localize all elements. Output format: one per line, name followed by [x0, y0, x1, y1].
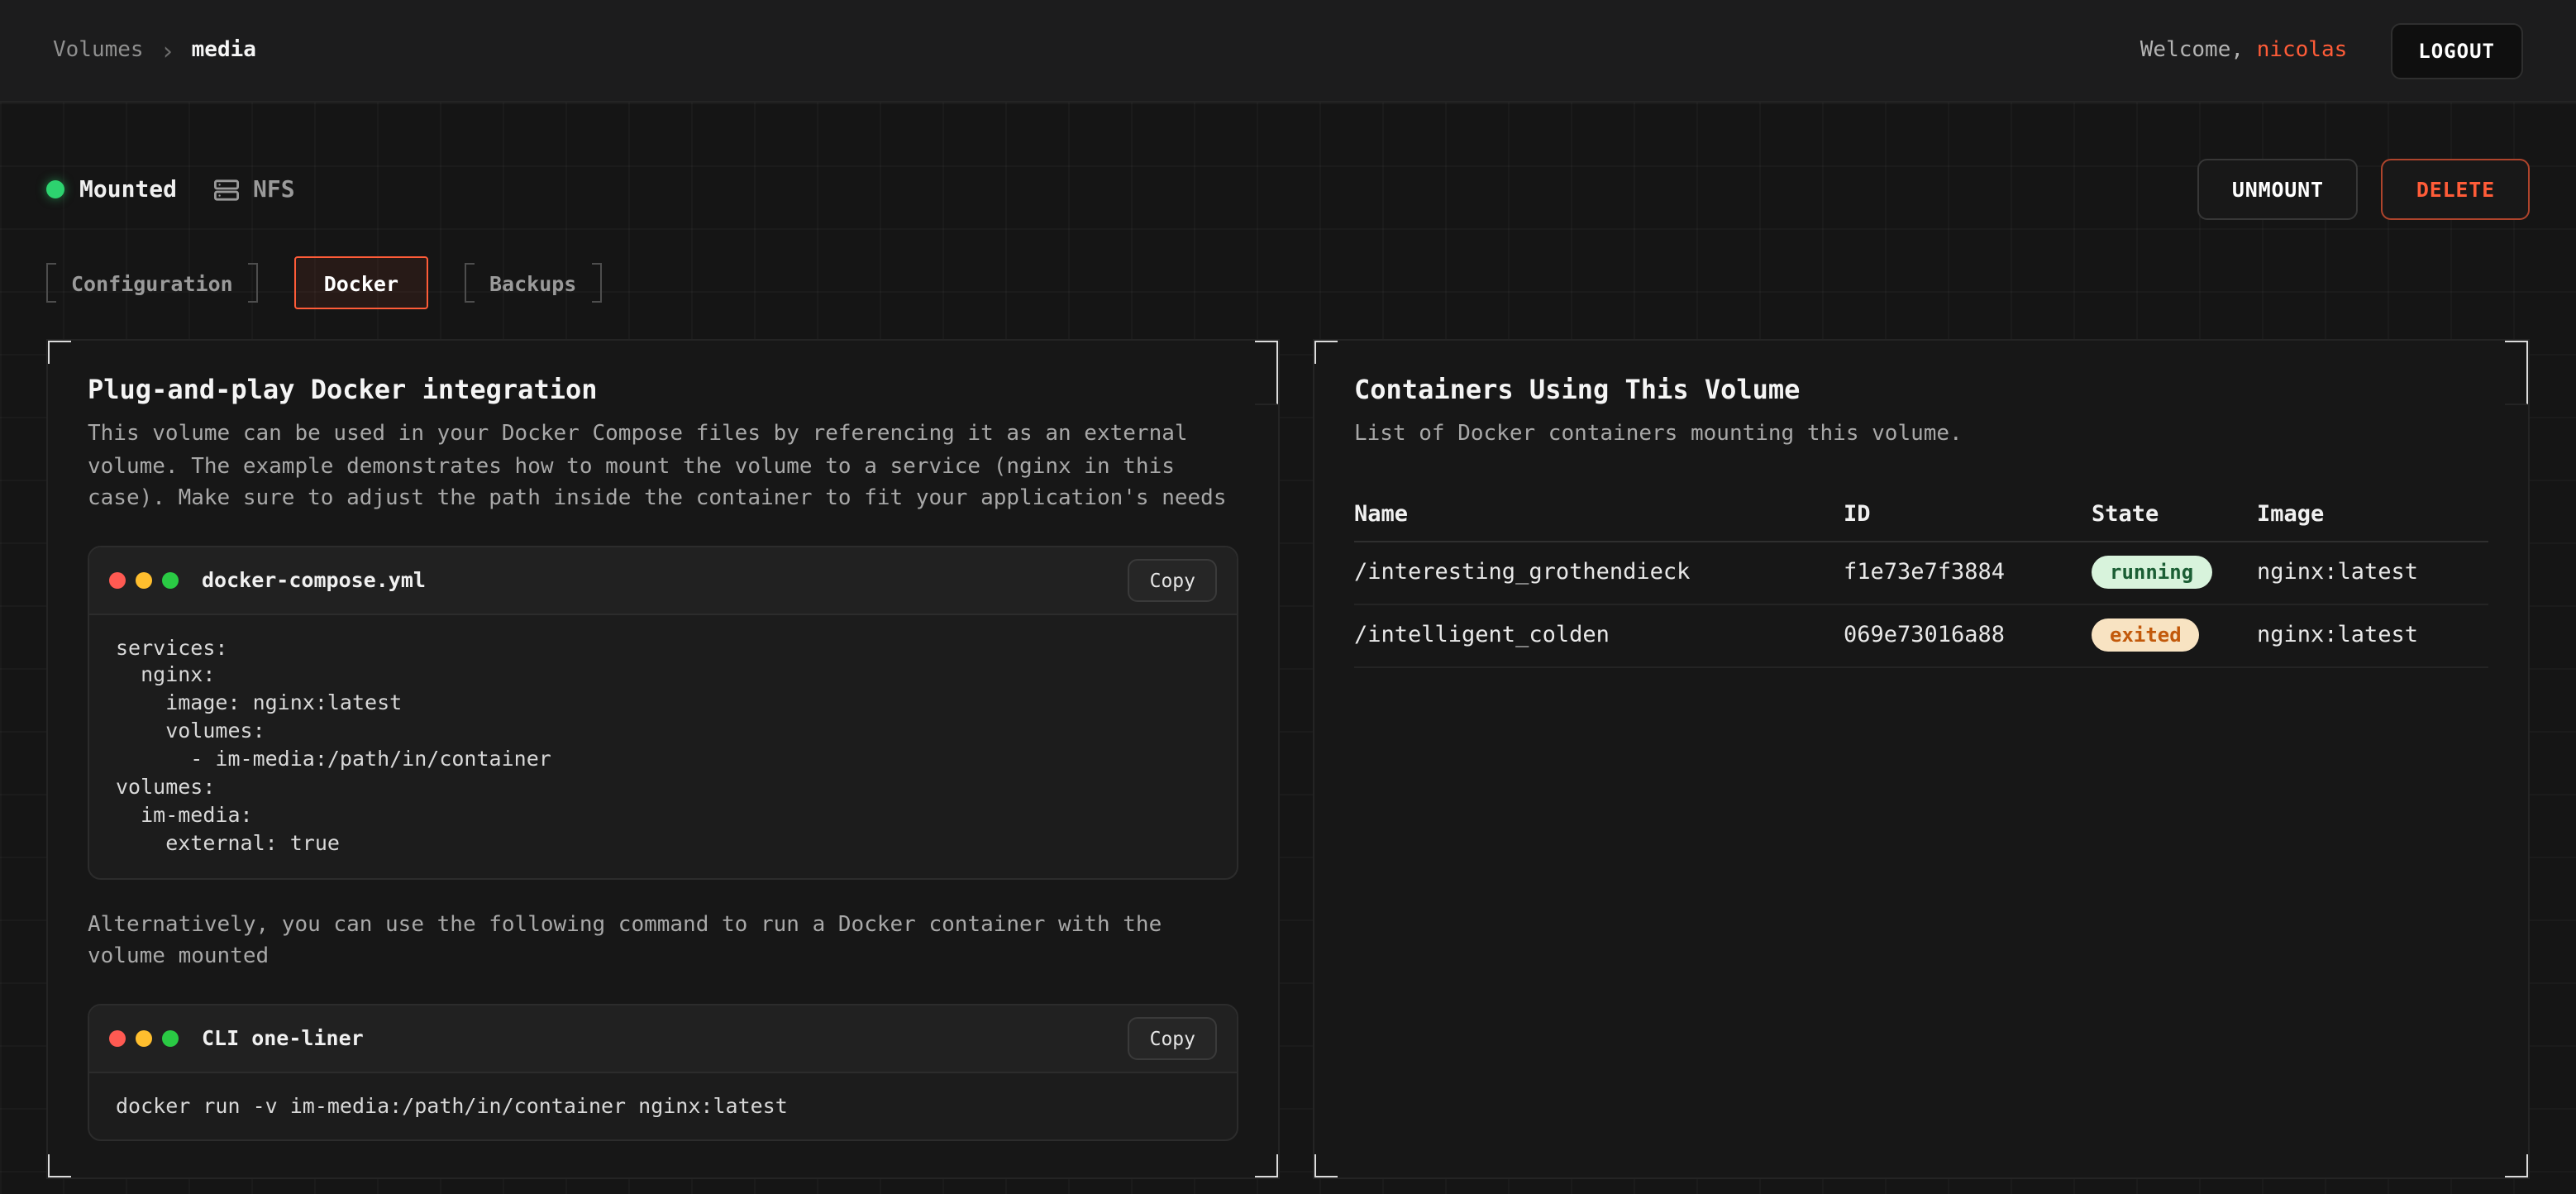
containers-table: Name ID State Image /interesting_grothen… — [1354, 487, 2488, 667]
compose-code-block: docker-compose.yml Copy services: nginx:… — [88, 545, 1238, 879]
volume-status: Mounted NFS — [46, 176, 295, 203]
docker-integration-panel: Plug-and-play Docker integration This vo… — [46, 339, 1280, 1179]
tab-docker[interactable]: Docker — [294, 256, 428, 309]
volume-actions: UNMOUNT DELETE — [2197, 159, 2530, 220]
delete-button[interactable]: DELETE — [2382, 159, 2530, 220]
code-block-header: CLI one-liner Copy — [89, 1005, 1237, 1072]
tab-label: Docker — [324, 270, 398, 295]
tab-label: Configuration — [71, 270, 233, 295]
bracket-right-icon — [591, 263, 601, 303]
unmount-button[interactable]: UNMOUNT — [2197, 159, 2359, 220]
corner-bracket-icon — [1255, 339, 1280, 405]
bracket-left-icon — [465, 263, 475, 303]
col-header-id: ID — [1844, 500, 2092, 527]
code-block-filename: docker-compose.yml — [202, 567, 426, 592]
container-id: f1e73e7f3884 — [1844, 559, 2092, 585]
traffic-light-yellow-icon — [136, 1029, 152, 1046]
code-block-header: docker-compose.yml Copy — [89, 547, 1237, 614]
containers-panel-title: Containers Using This Volume — [1354, 374, 2488, 405]
panels-container: Plug-and-play Docker integration This vo… — [46, 339, 2530, 1179]
container-state: running — [2092, 556, 2257, 589]
copy-compose-button[interactable]: Copy — [1128, 558, 1217, 601]
container-image: nginx:latest — [2257, 622, 2488, 648]
table-header-row: Name ID State Image — [1354, 487, 2488, 542]
col-header-image: Image — [2257, 500, 2488, 527]
status-row: Mounted NFS UNMOUNT DELETE — [46, 103, 2530, 220]
breadcrumb: Volumes › media — [53, 36, 256, 65]
containers-panel-subtitle: List of Docker containers mounting this … — [1354, 418, 2488, 451]
col-header-name: Name — [1354, 500, 1844, 527]
bracket-left-icon — [46, 263, 56, 303]
traffic-light-green-icon — [162, 571, 179, 588]
traffic-light-green-icon — [162, 1029, 179, 1046]
tab-bar: Configuration Docker Backups — [46, 256, 2530, 309]
copy-cli-button[interactable]: Copy — [1128, 1016, 1217, 1059]
container-name: /interesting_grothendieck — [1354, 559, 1844, 585]
traffic-light-red-icon — [109, 1029, 126, 1046]
cli-code-block: CLI one-liner Copy docker run -v im-medi… — [88, 1003, 1238, 1142]
breadcrumb-volumes[interactable]: Volumes — [53, 38, 144, 63]
state-badge: exited — [2092, 618, 2200, 652]
corner-bracket-icon — [1255, 1154, 1280, 1179]
traffic-light-red-icon — [109, 571, 126, 588]
corner-bracket-icon — [46, 339, 71, 364]
docker-panel-title: Plug-and-play Docker integration — [88, 374, 1238, 405]
corner-bracket-icon — [2505, 1154, 2530, 1179]
table-row: /interesting_grothendieck f1e73e7f3884 r… — [1354, 542, 2488, 604]
corner-bracket-icon — [1313, 339, 1338, 364]
container-image: nginx:latest — [2257, 559, 2488, 585]
traffic-light-yellow-icon — [136, 571, 152, 588]
state-badge: running — [2092, 556, 2211, 589]
docker-panel-description: This volume can be used in your Docker C… — [88, 418, 1238, 515]
username: nicolas — [2257, 38, 2348, 63]
corner-bracket-icon — [46, 1154, 71, 1179]
bracket-right-icon — [248, 263, 258, 303]
container-name: /intelligent_colden — [1354, 622, 1844, 648]
containers-panel: Containers Using This Volume List of Doc… — [1313, 339, 2530, 1179]
mounted-status-dot-icon — [46, 180, 64, 198]
tab-label: Backups — [489, 270, 576, 295]
tab-backups[interactable]: Backups — [465, 256, 601, 309]
breadcrumb-current: media — [192, 38, 256, 63]
code-block-filename: CLI one-liner — [202, 1025, 364, 1050]
container-id: 069e73016a88 — [1844, 622, 2092, 648]
corner-bracket-icon — [1313, 1154, 1338, 1179]
table-row: /intelligent_colden 069e73016a88 exited … — [1354, 604, 2488, 667]
compose-code: services: nginx: image: nginx:latest vol… — [89, 614, 1237, 877]
top-header: Volumes › media Welcome, nicolas LOGOUT — [0, 0, 2576, 103]
col-header-state: State — [2092, 500, 2257, 527]
tab-configuration[interactable]: Configuration — [46, 256, 258, 309]
nfs-label: NFS — [253, 176, 295, 203]
chevron-right-icon: › — [160, 36, 175, 65]
cli-intro-text: Alternatively, you can use the following… — [88, 909, 1238, 973]
app-root: Volumes › media Welcome, nicolas LOGOUT … — [0, 0, 2576, 1194]
logout-button[interactable]: LOGOUT — [2390, 22, 2523, 79]
corner-bracket-icon — [2505, 339, 2530, 405]
main-content: Mounted NFS UNMOUNT DELETE — [0, 103, 2576, 1194]
welcome-text: Welcome, nicolas — [2140, 38, 2348, 63]
header-right: Welcome, nicolas LOGOUT — [2140, 22, 2523, 79]
cli-code: docker run -v im-media:/path/in/containe… — [89, 1072, 1237, 1140]
welcome-prefix: Welcome, — [2140, 38, 2244, 63]
container-state: exited — [2092, 618, 2257, 652]
mounted-label: Mounted — [79, 176, 177, 203]
nfs-server-icon — [213, 176, 240, 203]
